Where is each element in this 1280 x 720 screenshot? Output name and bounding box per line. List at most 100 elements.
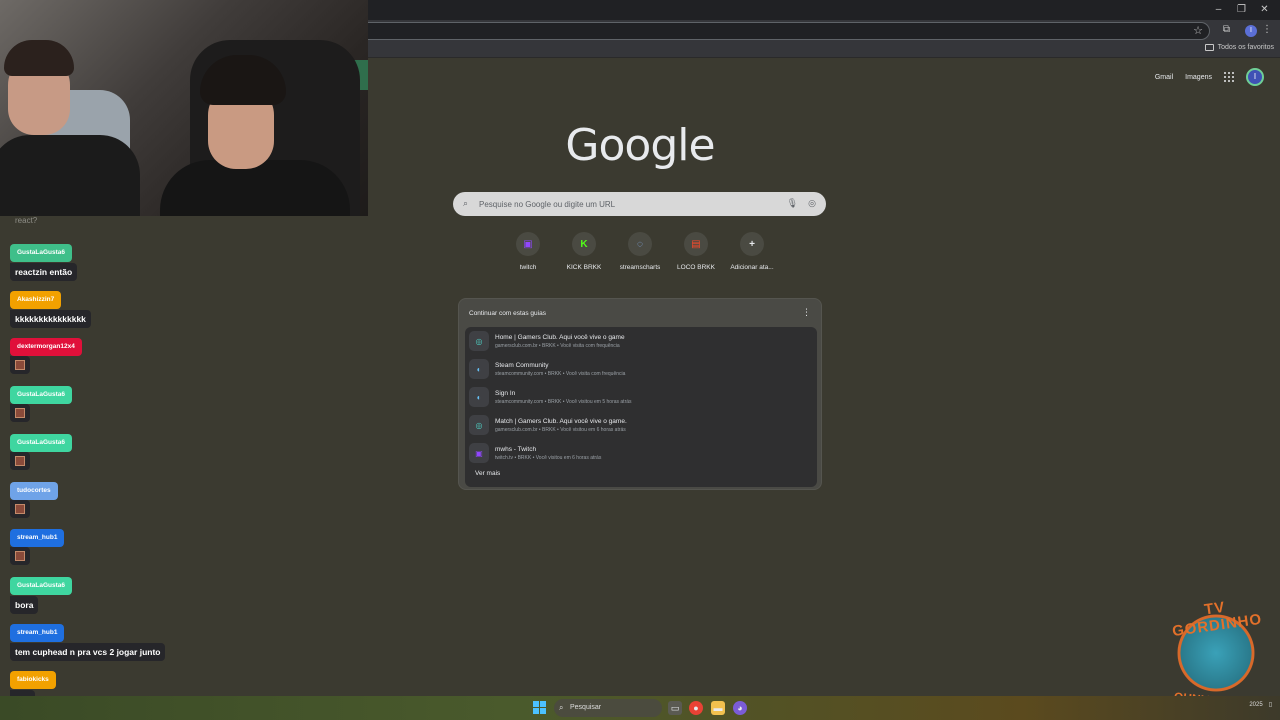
task-view-icon[interactable]: ▭ [668, 701, 682, 715]
steam-icon: ◐ [469, 359, 489, 379]
chat-username: dextermorgan12x4 [10, 338, 82, 356]
shortcut-label: KICK BRKK [566, 264, 602, 271]
continue-tabs-card: Continuar com estas guias ⋮ ◎ Home | Game… [458, 298, 822, 490]
tab-text: Match | Gamers Club. Aqui você vive o ga… [495, 418, 627, 433]
tab-row[interactable]: ◐ Sign In steamcommunity.com • BRKK • Você… [465, 383, 817, 411]
chat-text: kkkkkkkkkkkkkkk [10, 310, 91, 328]
chat-username: GustaLaGusta6 [10, 386, 73, 404]
search-box[interactable]: ⌕ 🎙 ◎ [453, 192, 826, 216]
window-controls: – ❐ ✕ [1207, 2, 1276, 18]
windows-start-icon[interactable] [533, 701, 546, 714]
chat-emote-icon [10, 356, 30, 374]
streamscharts-icon: ◌ [628, 232, 652, 256]
chat-username: stream_hub1 [10, 624, 65, 642]
restore-button[interactable]: ❐ [1230, 2, 1253, 18]
discord-icon[interactable]: ◕ [733, 701, 747, 715]
images-link[interactable]: Imagens [1185, 74, 1212, 81]
profile-icon[interactable]: I [1245, 25, 1257, 37]
chat-message: GustaLaGusta6 [10, 383, 73, 427]
webcam-person-left-body [0, 135, 140, 216]
notification-icon[interactable]: ▯ [1269, 701, 1272, 708]
chat-fading-message: react? [15, 216, 38, 225]
search-input[interactable] [479, 196, 779, 212]
shortcut-label: LOCO BRKK [677, 264, 715, 271]
chat-text: bora [10, 596, 39, 614]
chat-username: Akashizzin7 [10, 291, 62, 309]
chat-message: dextermorgan12x4 [10, 335, 82, 379]
shortcut-label: streamscharts [619, 264, 661, 271]
tab-title: Match | Gamers Club. Aqui você vive o ga… [495, 417, 627, 425]
plus-icon: + [740, 232, 764, 256]
chat-message: stream_hub1 [10, 526, 65, 570]
chat-message: tudocortes [10, 479, 58, 523]
twitch-icon: ▣ [469, 443, 489, 463]
taskbar-search[interactable]: ⌕ Pesquisar [554, 699, 662, 717]
card-menu-icon[interactable]: ⋮ [802, 307, 811, 318]
bookmark-star-icon[interactable]: ☆ [1193, 24, 1203, 37]
gmail-link[interactable]: Gmail [1155, 74, 1173, 81]
google-apps-icon[interactable] [1224, 72, 1234, 82]
menu-dots-icon[interactable]: ⋮ [1262, 24, 1272, 35]
file-explorer-icon[interactable]: ▬ [711, 701, 725, 715]
webcam-person-right-body [160, 160, 350, 216]
shortcut-2[interactable]: ◌ streamscharts [612, 232, 668, 271]
chat-emote-icon [10, 452, 30, 470]
all-bookmarks-button[interactable]: Todos os favoritos [1204, 44, 1274, 51]
extensions-icon[interactable]: ⧉ [1223, 24, 1230, 35]
chat-username: stream_hub1 [10, 529, 65, 547]
tab-row[interactable]: ◎ Home | Gamers Club. Aqui você vive o ga… [465, 327, 817, 355]
shortcut-4[interactable]: + Adicionar ata... [724, 232, 780, 271]
tab-subtitle: twitch.tv • BRKK • Você visitou em 6 hor… [495, 454, 602, 461]
shortcut-label: Adicionar ata... [730, 264, 774, 271]
card-title: Continuar com estas guias [469, 310, 546, 317]
tab-text: Sign In steamcommunity.com • BRKK • Você … [495, 390, 632, 405]
gamersclub-icon: ◎ [469, 331, 489, 351]
tab-text: Home | Gamers Club. Aqui você vive o gam… [495, 334, 625, 349]
webcam-person-left-hair [4, 40, 74, 76]
all-bookmarks-label: Todos os favoritos [1217, 44, 1274, 51]
chrome-icon[interactable]: ● [689, 701, 703, 715]
lens-icon[interactable]: ◎ [808, 198, 816, 209]
gamersclub-icon: ◎ [469, 415, 489, 435]
channel-mascot-logo: TV GORDINHO OHNIGROƆ VT [1158, 598, 1274, 713]
minimize-button[interactable]: – [1207, 2, 1230, 18]
shortcuts-grid: ▣ twitch K KICK BRKK ◌ streamscharts ▤ LOCO BRK… [500, 232, 780, 271]
chat-text: reactzin então [10, 263, 78, 281]
shortcut-3[interactable]: ▤ LOCO BRKK [668, 232, 724, 271]
tab-row[interactable]: ◎ Match | Gamers Club. Aqui você vive o g… [465, 411, 817, 439]
kick-icon: K [572, 232, 596, 256]
tab-title: Sign In [495, 389, 516, 397]
chat-message: stream_hub1 tem cuphead n pra vcs 2 jogar… [10, 621, 166, 661]
search-icon: ⌕ [463, 198, 469, 208]
tab-row[interactable]: ◐ Steam Community steamcommunity.com • BRK… [465, 355, 817, 383]
tab-subtitle: gamersclub.com.br • BRKK • Você visitou … [495, 426, 626, 433]
account-avatar[interactable]: I [1246, 68, 1264, 86]
close-button[interactable]: ✕ [1253, 2, 1276, 18]
system-tray: 2025 ▯ [1249, 701, 1272, 709]
shortcut-label: twitch [519, 264, 537, 271]
chat-username: GustaLaGusta6 [10, 434, 73, 452]
tab-subtitle: steamcommunity.com • BRKK • Você visitou… [495, 398, 632, 405]
shortcut-1[interactable]: K KICK BRKK [556, 232, 612, 271]
ntp-top-links: Gmail Imagens I [1155, 68, 1264, 86]
chat-username: fabiokicks [10, 671, 56, 689]
tab-subtitle: steamcommunity.com • BRKK • Você visita … [495, 370, 626, 377]
tab-row[interactable]: ▣ mwhs - Twitch twitch.tv • BRKK • Você vi… [465, 439, 817, 467]
windows-taskbar: ⌕ Pesquisar ▭ ● ▬ ◕ 2025 ▯ [0, 696, 1280, 720]
tab-list: ◎ Home | Gamers Club. Aqui você vive o ga… [465, 327, 817, 487]
webcam-overlay [0, 0, 368, 216]
twitch-icon: ▣ [516, 232, 540, 256]
chat-message: GustaLaGusta6 [10, 431, 73, 475]
tab-text: Steam Community steamcommunity.com • BRKK… [495, 362, 625, 377]
tab-title: mwhs - Twitch [495, 445, 537, 453]
loco-icon: ▤ [684, 232, 708, 256]
chat-username: GustaLaGusta6 [10, 577, 73, 595]
shortcut-0[interactable]: ▣ twitch [500, 232, 556, 271]
see-more-link[interactable]: Ver mais [475, 470, 500, 477]
microphone-icon[interactable]: 🎙 [787, 198, 798, 209]
chat-message: Akashizzin7 kkkkkkkkkkkkkkk [10, 288, 91, 328]
folder-icon [1204, 44, 1214, 51]
chat-emote-icon [10, 404, 30, 422]
chat-username: GustaLaGusta6 [10, 244, 73, 262]
chat-text: tem cuphead n pra vcs 2 jogar junto [10, 643, 166, 661]
